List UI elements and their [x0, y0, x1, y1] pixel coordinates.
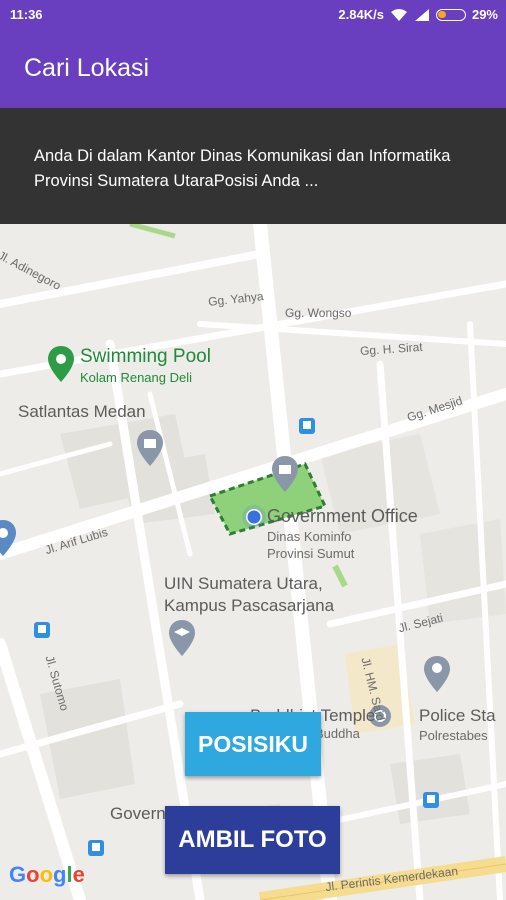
- place-sub-kominfo-2: Provinsi Sumut: [267, 546, 355, 561]
- left-edge-marker-icon[interactable]: [0, 520, 16, 556]
- place-label-pool[interactable]: Swimming Pool: [80, 346, 211, 368]
- place-sub-temple: Buddha: [315, 726, 360, 741]
- bus-stop-icon[interactable]: [423, 792, 439, 808]
- police-marker-icon[interactable]: [424, 656, 450, 692]
- place-sub-police: Polrestabes: [419, 728, 488, 743]
- network-speed: 2.84K/s: [338, 7, 384, 22]
- signal-icon: [414, 8, 429, 21]
- ambil-foto-button[interactable]: AMBIL FOTO: [165, 806, 340, 874]
- map-view[interactable]: Jl. Adinegoro Gg. Yahya Gg. Wongso Gg. H…: [0, 224, 506, 900]
- place-label-satlantas[interactable]: Satlantas Medan: [18, 402, 146, 422]
- place-label-uin-1[interactable]: UIN Sumatera Utara,: [164, 574, 323, 594]
- battery-icon: [435, 8, 466, 21]
- place-sub-kominfo-1: Dinas Kominfo: [267, 529, 352, 544]
- location-info-panel: Anda Di dalam Kantor Dinas Komunikasi da…: [0, 108, 506, 224]
- bus-stop-icon[interactable]: [34, 622, 50, 638]
- bus-stop-icon[interactable]: [88, 840, 104, 856]
- museum-icon[interactable]: [137, 430, 163, 466]
- app-bar: Cari Lokasi: [0, 30, 506, 108]
- app-title: Cari Lokasi: [24, 54, 150, 82]
- gov-office-marker-icon[interactable]: [272, 456, 298, 492]
- place-label-gov-office[interactable]: Government Office: [267, 506, 418, 527]
- wifi-icon: [390, 8, 407, 21]
- posisiku-button[interactable]: POSISIKU: [185, 712, 321, 776]
- status-bar: 11:36 2.84K/s 29%: [0, 0, 506, 30]
- google-logo: Google: [9, 862, 85, 887]
- school-marker-icon[interactable]: [169, 620, 195, 656]
- place-label-uin-2[interactable]: Kampus Pascasarjana: [164, 596, 334, 616]
- place-sub-pool: Kolam Renang Deli: [80, 370, 193, 385]
- location-info-text: Anda Di dalam Kantor Dinas Komunikasi da…: [34, 147, 451, 190]
- bus-stop-icon[interactable]: [299, 418, 315, 434]
- place-label-police[interactable]: Police Sta: [419, 706, 496, 726]
- street-label: Gg. Wongso: [285, 306, 352, 320]
- pool-marker-icon[interactable]: [48, 346, 74, 382]
- battery-percent: 29%: [471, 7, 498, 22]
- status-indicators: 2.84K/s 29%: [338, 7, 498, 22]
- status-time: 11:36: [10, 7, 43, 22]
